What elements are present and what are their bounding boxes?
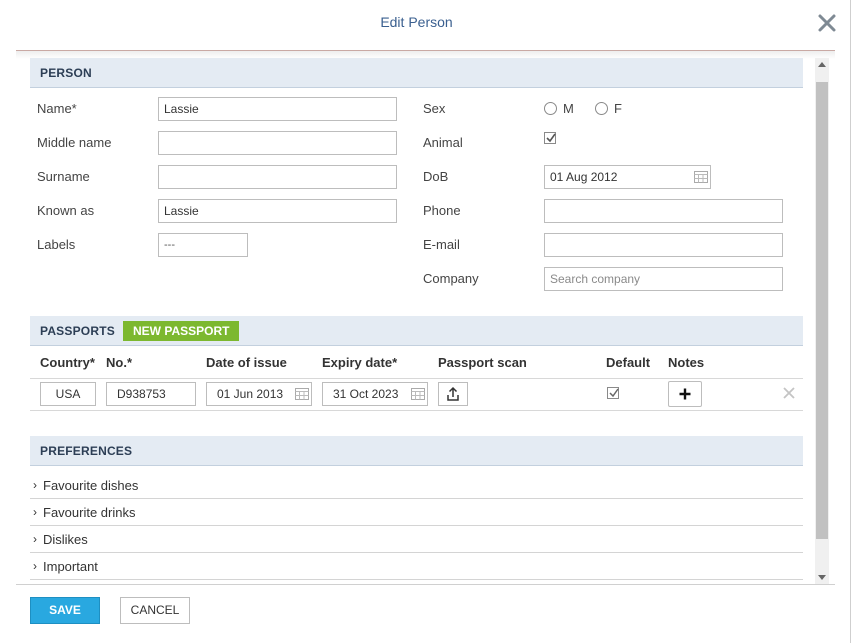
- sex-label: Sex: [423, 101, 446, 116]
- col-notes: Notes: [668, 355, 705, 370]
- company-search-input[interactable]: Search company: [544, 267, 783, 291]
- col-country: Country*: [40, 355, 95, 370]
- remove-passport-icon[interactable]: [782, 386, 796, 400]
- phone-input[interactable]: [544, 199, 783, 223]
- calendar-icon[interactable]: [411, 388, 425, 400]
- calendar-icon[interactable]: [694, 171, 708, 183]
- surname-input[interactable]: [158, 165, 397, 189]
- footer-divider: [16, 584, 835, 585]
- company-label: Company: [423, 271, 479, 286]
- pref-item-dislikes[interactable]: › Dislikes: [30, 526, 803, 553]
- passport-default-checkbox[interactable]: [607, 387, 619, 399]
- col-passport-scan: Passport scan: [438, 355, 527, 370]
- sex-f-radio[interactable]: [595, 102, 608, 115]
- passport-header-divider: [30, 378, 803, 379]
- passport-number-input[interactable]: D938753: [106, 382, 196, 406]
- pref-item-favourite-dishes[interactable]: › Favourite dishes: [30, 472, 803, 499]
- chevron-right-icon: ›: [33, 559, 37, 573]
- check-icon: [609, 388, 619, 398]
- calendar-icon[interactable]: [295, 388, 309, 400]
- chevron-right-icon: ›: [33, 505, 37, 519]
- animal-checkbox[interactable]: [544, 132, 556, 144]
- sex-m-radio[interactable]: [544, 102, 557, 115]
- dialog-title: Edit Person: [380, 14, 453, 30]
- upload-passport-scan-button[interactable]: [438, 382, 468, 406]
- animal-label: Animal: [423, 135, 463, 150]
- sex-f-label: F: [614, 101, 622, 116]
- pref-item-label: Important: [43, 559, 98, 574]
- preferences-section-title: PREFERENCES: [40, 444, 133, 458]
- scrollbar-thumb[interactable]: [816, 82, 828, 539]
- dob-label: DoB: [423, 169, 449, 184]
- dialog-body: PERSON Name* Lassie Middle name Surname …: [30, 58, 803, 584]
- col-default: Default: [606, 355, 651, 370]
- passport-country-input[interactable]: USA: [40, 382, 96, 406]
- labels-label: Labels: [37, 237, 76, 252]
- person-section-header: PERSON: [30, 58, 803, 88]
- phone-label: Phone: [423, 203, 461, 218]
- plus-icon: [679, 388, 691, 400]
- check-icon: [546, 133, 556, 143]
- middle-name-input[interactable]: [158, 131, 397, 155]
- vertical-scrollbar[interactable]: [815, 58, 829, 584]
- save-button[interactable]: SAVE: [30, 597, 100, 624]
- upload-icon: [447, 386, 459, 401]
- name-label: Name*: [37, 101, 77, 116]
- pref-item-label: Favourite drinks: [43, 505, 136, 520]
- pref-item-important[interactable]: › Important: [30, 553, 803, 580]
- dob-input[interactable]: 01 Aug 2012: [544, 165, 711, 189]
- add-note-button[interactable]: [668, 381, 702, 407]
- sex-m-label: M: [563, 101, 574, 116]
- col-number: No.*: [106, 355, 132, 370]
- col-expiry-date: Expiry date*: [322, 355, 398, 370]
- known-as-label: Known as: [37, 203, 95, 218]
- cancel-button[interactable]: CANCEL: [120, 597, 190, 624]
- person-section-title: PERSON: [40, 66, 92, 80]
- surname-label: Surname: [37, 169, 90, 184]
- edit-person-dialog: Edit Person PERSON Name* Lassie Middle n…: [0, 0, 851, 643]
- new-passport-button[interactable]: NEW PASSPORT: [123, 321, 240, 341]
- chevron-right-icon: ›: [33, 532, 37, 546]
- email-input[interactable]: [544, 233, 783, 257]
- name-input[interactable]: Lassie: [158, 97, 397, 121]
- middle-name-label: Middle name: [37, 135, 112, 150]
- col-date-of-issue: Date of issue: [206, 355, 287, 370]
- close-icon[interactable]: [816, 12, 838, 34]
- labels-select[interactable]: ---: [158, 233, 248, 257]
- scroll-down-icon[interactable]: [818, 575, 826, 580]
- pref-item-label: Favourite dishes: [43, 478, 139, 493]
- email-label: E-mail: [423, 237, 460, 252]
- chevron-right-icon: ›: [33, 478, 37, 492]
- scroll-up-icon[interactable]: [818, 62, 826, 67]
- known-as-input[interactable]: Lassie: [158, 199, 397, 223]
- pref-item-favourite-drinks[interactable]: › Favourite drinks: [30, 499, 803, 526]
- passport-row-divider: [30, 410, 803, 411]
- pref-item-label: Dislikes: [43, 532, 88, 547]
- preferences-section-header: PREFERENCES: [30, 436, 803, 466]
- passports-section-title: PASSPORTS: [40, 324, 115, 338]
